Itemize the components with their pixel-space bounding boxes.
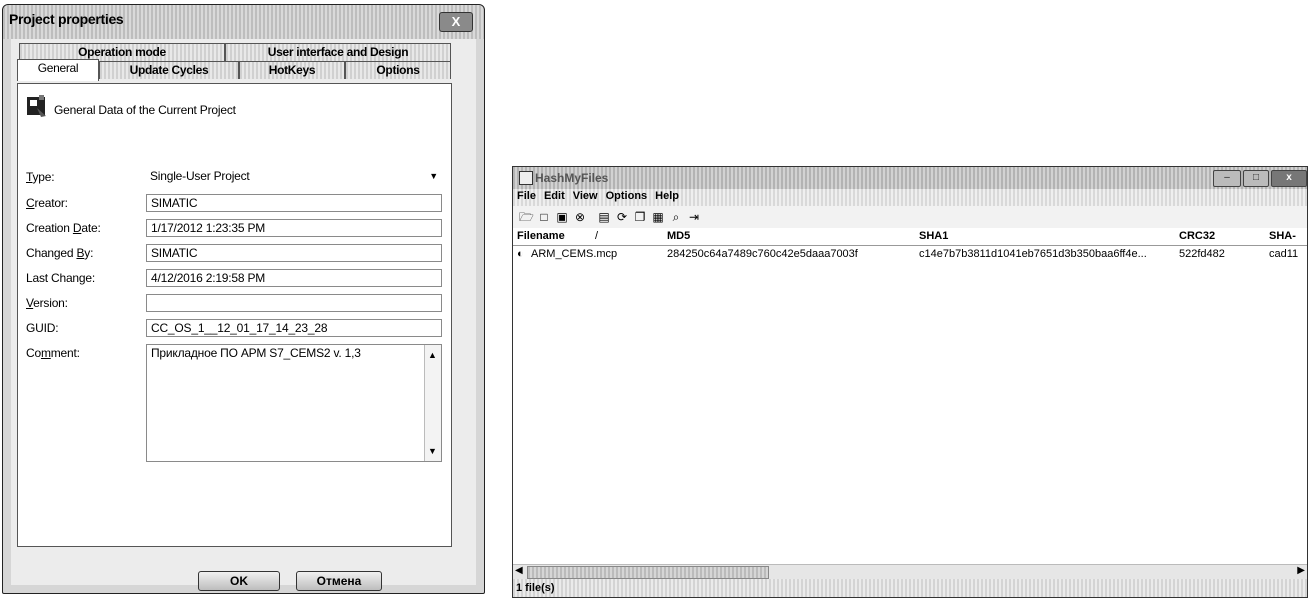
- dialog-titlebar[interactable]: Project properties X: [3, 5, 484, 39]
- tab-user-interface-design[interactable]: User interface and Design: [225, 43, 451, 61]
- sort-indicator-icon: /: [595, 230, 599, 242]
- creation-date-label: Creation Date:: [26, 221, 101, 235]
- chevron-down-icon[interactable]: ▼: [429, 168, 438, 184]
- guid-field[interactable]: CC_OS_1__12_01_17_14_23_28: [146, 319, 442, 337]
- scroll-right-icon[interactable]: ▶: [1297, 565, 1305, 576]
- col-md5[interactable]: MD5: [667, 230, 690, 242]
- col-crc32[interactable]: CRC32: [1179, 230, 1215, 242]
- menu-view[interactable]: View: [569, 189, 602, 206]
- exit-icon[interactable]: ⇥: [687, 210, 701, 224]
- project-properties-dialog: Project properties X Operation mode User…: [2, 4, 485, 594]
- col-sha256[interactable]: SHA-: [1269, 230, 1296, 242]
- scroll-up-icon[interactable]: ▲: [428, 347, 437, 363]
- last-change-label: Last Change:: [26, 271, 95, 285]
- table-row[interactable]: ◐ ARM_CEMS.mcp 284250c64a7489c760c42e5da…: [513, 247, 1307, 263]
- tab-update-cycles[interactable]: Update Cycles: [99, 61, 239, 79]
- comment-field[interactable]: Прикладное ПО АРМ S7_CEMS2 v. 1,3 ▲ ▼: [146, 344, 442, 462]
- menu-file[interactable]: File: [513, 189, 540, 206]
- stop-icon[interactable]: ⊗: [573, 210, 587, 224]
- header-text: General Data of the Current Project: [54, 103, 236, 117]
- menu-options[interactable]: Options: [602, 189, 652, 206]
- scroll-down-icon[interactable]: ▼: [428, 443, 437, 459]
- creator-field[interactable]: SIMATIC: [146, 194, 442, 212]
- type-value: Single-User Project: [150, 169, 250, 183]
- save-icon[interactable]: ▤: [597, 210, 611, 224]
- open-folder-icon[interactable]: 🗁: [519, 210, 534, 224]
- dialog-body: Operation mode User interface and Design…: [11, 39, 476, 591]
- close-button[interactable]: X: [439, 12, 473, 32]
- cancel-button[interactable]: Отмена: [296, 571, 382, 591]
- project-icon: [27, 95, 46, 117]
- hashmyfiles-window: HashMyFiles – □ x File Edit View Options…: [512, 166, 1308, 598]
- creation-date-field[interactable]: 1/17/2012 1:23:35 PM: [146, 219, 442, 237]
- cell-sha1: c14e7b7b3811d1041eb7651d3b350baa6ff4e...: [919, 248, 1147, 260]
- horizontal-scrollbar[interactable]: ◀ ▶: [513, 564, 1307, 579]
- menu-bar: File Edit View Options Help: [513, 189, 1307, 206]
- comment-value: Прикладное ПО АРМ S7_CEMS2 v. 1,3: [151, 346, 361, 360]
- toolbar: 🗁 □ ▣ ⊗ ▤ ⟳ ❐ ▦ ⌕ ⇥: [513, 206, 1307, 229]
- version-label: Version:: [26, 296, 68, 310]
- dialog-title: Project properties: [9, 11, 124, 27]
- col-sha1[interactable]: SHA1: [919, 230, 948, 242]
- scroll-left-icon[interactable]: ◀: [515, 565, 523, 576]
- general-tab-panel: General Data of the Current Project Type…: [17, 83, 452, 547]
- drive-icon[interactable]: ▣: [555, 210, 569, 224]
- col-filename[interactable]: Filename: [517, 230, 565, 242]
- tab-row-front: General Update Cycles HotKeys Options: [17, 59, 451, 81]
- hmf-titlebar[interactable]: HashMyFiles – □ x: [513, 167, 1307, 189]
- version-field[interactable]: [146, 294, 442, 312]
- find-icon[interactable]: ⌕: [669, 210, 683, 224]
- cell-md5: 284250c64a7489c760c42e5daaa7003f: [667, 248, 858, 260]
- close-icon[interactable]: x: [1271, 170, 1307, 187]
- creator-label: Creator:: [26, 196, 68, 210]
- guid-label: GUID:: [26, 321, 59, 335]
- file-icon: ◐: [517, 248, 524, 260]
- app-icon: [519, 171, 533, 185]
- comment-label: Comment:: [26, 346, 80, 360]
- refresh-icon[interactable]: ⟳: [615, 210, 629, 224]
- menu-help[interactable]: Help: [651, 189, 683, 206]
- cell-filename: ARM_CEMS.mcp: [531, 248, 618, 260]
- status-bar: 1 file(s): [513, 579, 1307, 597]
- type-label: Type:: [26, 170, 55, 184]
- changed-by-label: Changed By:: [26, 246, 94, 260]
- folder-icon[interactable]: □: [537, 210, 551, 224]
- comment-scrollbar[interactable]: ▲ ▼: [424, 345, 441, 461]
- properties-icon[interactable]: ▦: [651, 210, 665, 224]
- tab-options[interactable]: Options: [345, 61, 451, 79]
- cell-crc32: 522fd482: [1179, 248, 1225, 260]
- column-header: Filename / MD5 SHA1 CRC32 SHA-: [513, 228, 1307, 246]
- tab-general[interactable]: General: [17, 59, 99, 81]
- maximize-icon[interactable]: □: [1243, 170, 1269, 187]
- scrollbar-thumb[interactable]: [527, 566, 769, 579]
- menu-edit[interactable]: Edit: [540, 189, 569, 206]
- minimize-icon[interactable]: –: [1213, 170, 1241, 187]
- tab-hotkeys[interactable]: HotKeys: [239, 61, 345, 79]
- last-change-field[interactable]: 4/12/2016 2:19:58 PM: [146, 269, 442, 287]
- cell-sha256: cad11: [1269, 248, 1299, 260]
- hmf-title: HashMyFiles: [535, 171, 609, 185]
- changed-by-field[interactable]: SIMATIC: [146, 244, 442, 262]
- copy-icon[interactable]: ❐: [633, 210, 647, 224]
- ok-button[interactable]: OK: [198, 571, 280, 591]
- type-combobox[interactable]: Single-User Project ▼: [146, 168, 442, 186]
